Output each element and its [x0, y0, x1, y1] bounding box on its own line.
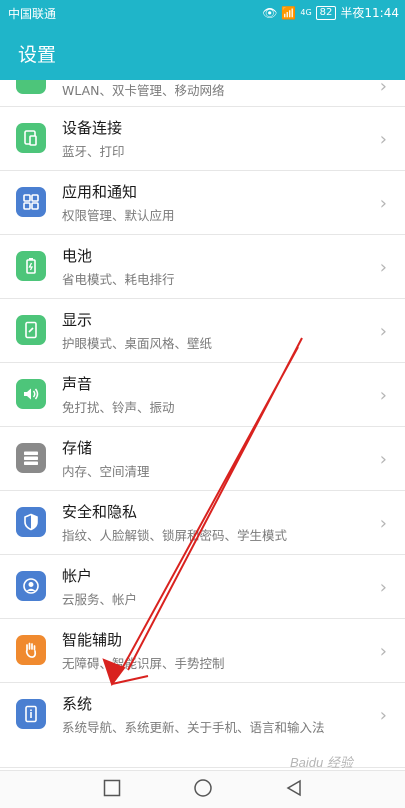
- settings-item-title: 帐户: [62, 567, 93, 585]
- battery-icon: [16, 251, 46, 281]
- settings-item-smart-assist[interactable]: 智能辅助 无障碍、智能识屏、手势控制 ›: [0, 619, 405, 683]
- settings-item-title: 应用和通知: [62, 183, 138, 201]
- settings-item-apps[interactable]: 应用和通知 权限管理、默认应用 ›: [0, 171, 405, 235]
- settings-item-subtitle: 蓝牙、打印: [62, 144, 125, 159]
- settings-item-title: 设备连接: [62, 119, 123, 137]
- system-info-icon: [16, 699, 46, 729]
- storage-icon: [16, 443, 46, 473]
- navigation-bar: [0, 770, 405, 808]
- settings-item-storage[interactable]: 存储 内存、空间清理 ›: [0, 427, 405, 491]
- apps-icon: [16, 187, 46, 217]
- settings-item-subtitle: 无障碍、智能识屏、手势控制: [62, 656, 225, 671]
- recents-button[interactable]: [103, 779, 121, 797]
- chevron-right-icon: ›: [379, 641, 387, 662]
- settings-item-subtitle: 系统导航、系统更新、关于手机、语言和输入法: [62, 720, 325, 735]
- chevron-right-icon: ›: [379, 80, 387, 97]
- watermark: Baidu 经验: [290, 755, 353, 770]
- settings-item-account[interactable]: 帐户 云服务、帐户 ›: [0, 555, 405, 619]
- settings-item-subtitle: 免打扰、铃声、振动: [62, 400, 175, 415]
- home-button[interactable]: [193, 779, 213, 799]
- settings-item-battery[interactable]: 电池 省电模式、耗电排行 ›: [0, 235, 405, 299]
- back-button[interactable]: [285, 779, 303, 797]
- shield-icon: [16, 507, 46, 537]
- page-title: 设置: [18, 44, 57, 66]
- settings-item-subtitle: 指纹、人脸解锁、锁屏和密码、学生模式: [62, 528, 288, 543]
- chevron-right-icon: ›: [379, 449, 387, 470]
- eye-icon: 👁: [262, 5, 278, 20]
- network-icon: [16, 80, 46, 94]
- chevron-right-icon: ›: [379, 321, 387, 342]
- battery-level: 82: [315, 5, 337, 20]
- carrier-name: 中国联通: [8, 7, 57, 21]
- app-bar: 设置: [0, 26, 405, 80]
- settings-list: WLAN、双卡管理、移动网络 › 设备连接 蓝牙、打印 › 应用和通知 权限管理…: [0, 80, 405, 770]
- clock: 半夜11:44: [340, 6, 399, 20]
- settings-item-subtitle: 权限管理、默认应用: [62, 208, 175, 223]
- settings-item-subtitle: 护眼模式、桌面风格、壁纸: [62, 336, 213, 351]
- account-icon: [16, 571, 46, 601]
- settings-item-title: 存储: [62, 439, 93, 457]
- settings-item-sound[interactable]: 声音 免打扰、铃声、振动 ›: [0, 363, 405, 427]
- sound-icon: [16, 379, 46, 409]
- chevron-right-icon: ›: [379, 577, 387, 598]
- settings-item-title: 安全和隐私: [62, 503, 138, 521]
- settings-item-title: 电池: [62, 247, 93, 265]
- chevron-right-icon: ›: [379, 513, 387, 534]
- device-connect-icon: [16, 123, 46, 153]
- signal-label: 4G: [300, 8, 312, 17]
- settings-item-security[interactable]: 安全和隐私 指纹、人脸解锁、锁屏和密码、学生模式 ›: [0, 491, 405, 555]
- chevron-right-icon: ›: [379, 257, 387, 278]
- settings-item-title: 显示: [62, 311, 93, 329]
- settings-item-subtitle: 云服务、帐户: [62, 592, 138, 607]
- chevron-right-icon: ›: [379, 705, 387, 726]
- settings-item-subtitle: 省电模式、耗电排行: [62, 272, 175, 287]
- settings-item-subtitle: WLAN、双卡管理、移动网络: [62, 83, 225, 98]
- chevron-right-icon: ›: [379, 385, 387, 406]
- status-bar: 中国联通 👁 📶 4G 82 半夜11:44: [0, 0, 405, 26]
- hand-icon: [16, 635, 46, 665]
- settings-item-title: 系统: [62, 695, 93, 713]
- settings-item-device-connect[interactable]: 设备连接 蓝牙、打印 ›: [0, 107, 405, 171]
- display-icon: [16, 315, 46, 345]
- settings-item-display[interactable]: 显示 护眼模式、桌面风格、壁纸 ›: [0, 299, 405, 363]
- wifi-icon: 📶: [281, 5, 297, 20]
- settings-item-title: 智能辅助: [62, 631, 123, 649]
- status-icons: 👁 📶 4G 82 半夜11:44: [262, 4, 399, 21]
- settings-item-subtitle: 内存、空间清理: [62, 464, 150, 479]
- chevron-right-icon: ›: [379, 193, 387, 214]
- settings-item-title: 声音: [62, 375, 93, 393]
- settings-item-network[interactable]: WLAN、双卡管理、移动网络 ›: [0, 80, 405, 107]
- chevron-right-icon: ›: [379, 129, 387, 150]
